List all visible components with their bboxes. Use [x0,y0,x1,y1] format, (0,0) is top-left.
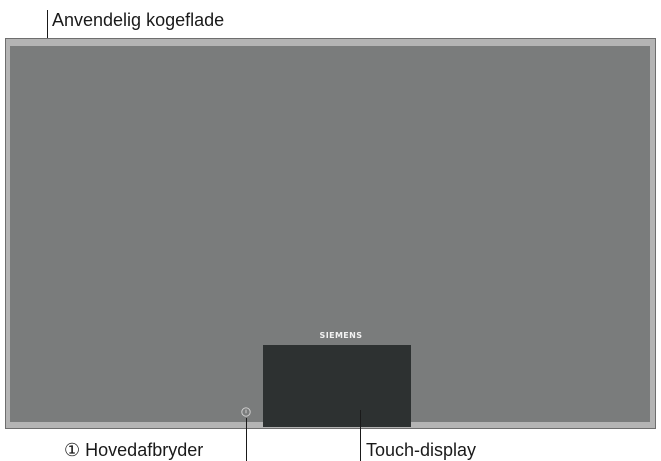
brand-logo: SIEMENS [319,331,363,340]
touch-display[interactable] [263,345,411,427]
touch-display-label: Touch-display [366,440,477,460]
main-switch-label: ① Hovedafbryder [64,440,203,461]
main-switch-text: Hovedafbryder [85,440,204,460]
main-switch-leader [246,418,247,461]
touch-display-leader [360,410,361,461]
power-symbol-glyph: ① [64,440,81,460]
power-switch-icon[interactable] [241,404,251,417]
cooking-surface-label: Anvendelig kogeflade [52,10,225,30]
